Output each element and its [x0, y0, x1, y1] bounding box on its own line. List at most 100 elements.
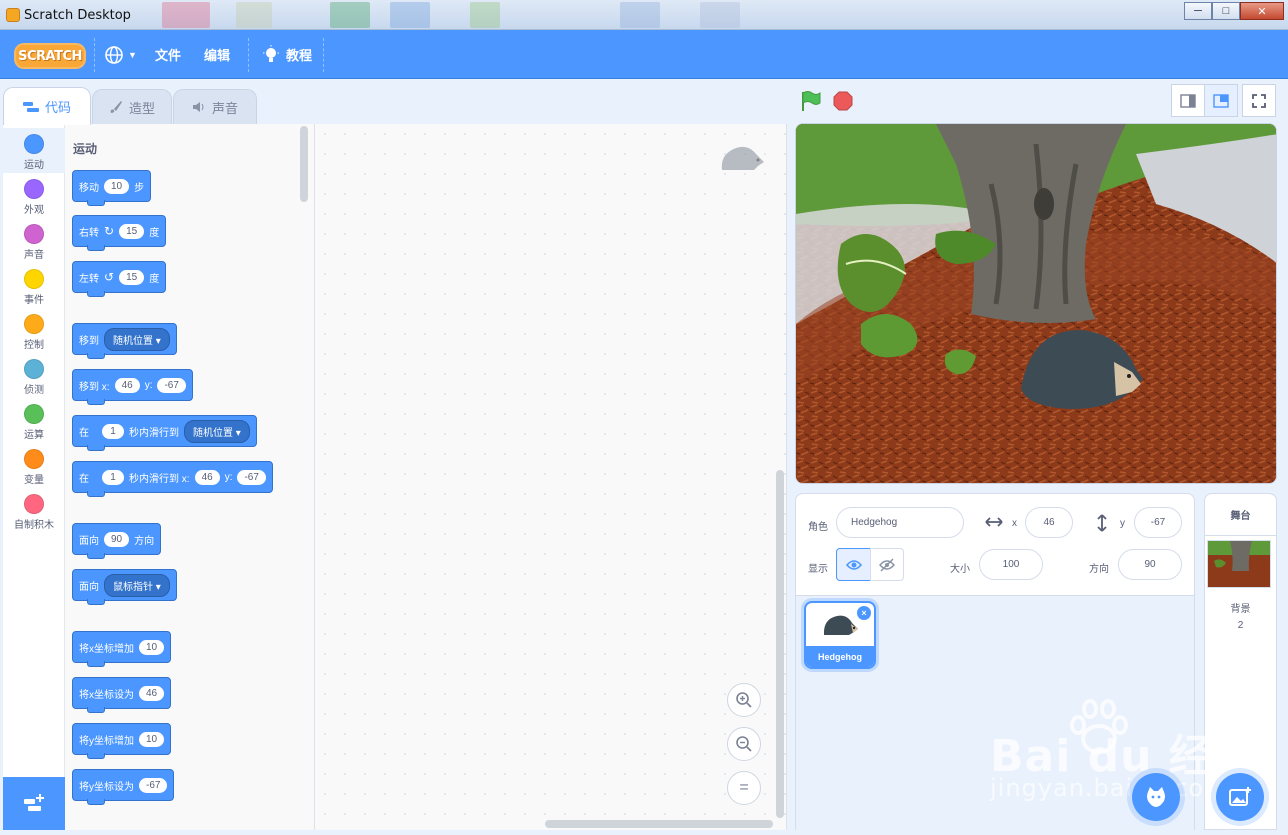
block-input[interactable]: 15: [119, 223, 145, 239]
x-label: x: [1012, 518, 1017, 529]
fullscreen-button[interactable]: [1242, 84, 1276, 117]
block-text: 在: [79, 473, 89, 485]
hide-sprite-button[interactable]: [870, 548, 904, 581]
block-dropdown[interactable]: 随机位置: [104, 327, 170, 351]
block-input[interactable]: -67: [237, 469, 266, 485]
block-turn-right[interactable]: 右转 ↻ 15 度: [72, 215, 167, 251]
block-input[interactable]: -67: [139, 777, 168, 793]
category-operators[interactable]: 运算: [3, 398, 65, 443]
block-input[interactable]: 1: [102, 469, 124, 485]
block-input[interactable]: 10: [139, 731, 165, 747]
small-stage-button[interactable]: [1171, 84, 1205, 117]
zoom-out-icon: [736, 736, 752, 752]
show-sprite-button[interactable]: [836, 548, 871, 581]
category-dot: [24, 449, 44, 469]
block-change-x[interactable]: 将x坐标增加 10: [72, 631, 172, 667]
block-input[interactable]: -67: [157, 377, 186, 393]
block-glide-to[interactable]: 在 1 秒内滑行到 随机位置: [72, 415, 257, 451]
block-text: 将y坐标设为: [79, 781, 134, 793]
menu-bar: SCRATCH ▼ 文件 编辑 教程: [0, 30, 1288, 79]
palette-scrollbar[interactable]: [300, 126, 308, 202]
close-button[interactable]: ✕: [1240, 2, 1284, 20]
green-flag-icon[interactable]: [800, 90, 822, 112]
category-looks[interactable]: 外观: [3, 173, 65, 218]
image-add-icon: [1229, 787, 1251, 806]
file-menu[interactable]: 文件: [155, 30, 181, 79]
block-set-y[interactable]: 将y坐标设为 -67: [72, 769, 175, 805]
block-point-towards[interactable]: 面向 鼠标指针: [72, 569, 177, 605]
zoom-out-button[interactable]: [727, 727, 761, 761]
zoom-reset-button[interactable]: =: [727, 771, 761, 805]
tab-sounds[interactable]: 声音: [173, 89, 257, 124]
category-dot: [24, 134, 44, 154]
block-input[interactable]: 90: [104, 531, 130, 547]
category-variables[interactable]: 变量: [3, 443, 65, 488]
direction-input[interactable]: 90: [1118, 549, 1182, 580]
category-label: 自制积木: [14, 520, 54, 531]
sprite-name-input[interactable]: Hedgehog: [836, 507, 964, 538]
block-turn-left[interactable]: 左转 ↺ 15 度: [72, 261, 167, 297]
y-label: y: [1120, 518, 1125, 529]
globe-icon: [105, 45, 123, 64]
backdrop-thumbnail[interactable]: [1207, 540, 1271, 588]
block-input[interactable]: 10: [139, 639, 165, 655]
category-events[interactable]: 事件: [3, 263, 65, 308]
maximize-button[interactable]: □: [1212, 2, 1240, 20]
block-goto-xy[interactable]: 移到 x: 46 y: -67: [72, 369, 193, 405]
block-set-x[interactable]: 将x坐标设为 46: [72, 677, 172, 713]
language-menu[interactable]: ▼: [104, 30, 137, 79]
block-point-direction[interactable]: 面向 90 方向: [72, 523, 162, 559]
category-sound[interactable]: 声音: [3, 218, 65, 263]
stop-icon[interactable]: [833, 91, 853, 111]
window-titlebar: Scratch Desktop ─ □ ✕: [0, 0, 1288, 30]
category-sensing[interactable]: 侦测: [3, 353, 65, 398]
block-text: 右转: [79, 227, 99, 239]
add-extension-button[interactable]: [3, 777, 65, 830]
minimize-button[interactable]: ─: [1184, 2, 1212, 20]
stage-canvas[interactable]: [795, 123, 1277, 484]
block-goto[interactable]: 移到 随机位置: [72, 323, 177, 359]
category-motion[interactable]: 运动: [3, 128, 65, 173]
category-dot: [24, 179, 44, 199]
tab-costumes[interactable]: 造型: [92, 89, 172, 124]
block-input[interactable]: 46: [139, 685, 165, 701]
block-input[interactable]: 10: [104, 178, 130, 194]
block-input[interactable]: 46: [194, 469, 220, 485]
scratch-logo[interactable]: SCRATCH: [14, 43, 86, 69]
block-dropdown[interactable]: 随机位置: [184, 419, 250, 443]
block-move-steps[interactable]: 移动 10 步: [72, 170, 152, 206]
delete-sprite-button[interactable]: ×: [857, 606, 871, 620]
block-input[interactable]: 15: [119, 269, 145, 285]
sprite-thumbnail[interactable]: × Hedgehog: [804, 601, 876, 669]
tab-label: 造型: [128, 100, 155, 116]
category-dot: [24, 269, 44, 289]
choose-sprite-button[interactable]: [1132, 773, 1180, 821]
block-input[interactable]: 1: [102, 423, 124, 439]
category-label: 变量: [24, 475, 44, 486]
tab-label: 代码: [44, 100, 71, 115]
block-text: y:: [224, 471, 233, 483]
zoom-in-button[interactable]: [727, 683, 761, 717]
category-control[interactable]: 控制: [3, 308, 65, 353]
stage-backdrop-image: [796, 124, 1276, 483]
category-my-blocks[interactable]: 自制积木: [3, 488, 65, 533]
direction-label: 方向: [1089, 564, 1109, 575]
backdrop-thumbnail-image: [1208, 541, 1270, 587]
block-dropdown[interactable]: 鼠标指针: [104, 573, 170, 597]
workspace-vertical-scrollbar[interactable]: [776, 470, 784, 818]
block-change-y[interactable]: 将y坐标增加 10: [72, 723, 172, 759]
normal-stage-button[interactable]: [1204, 84, 1238, 117]
category-dot: [24, 314, 44, 334]
block-input[interactable]: 46: [114, 377, 140, 393]
block-glide-xy[interactable]: 在 1 秒内滑行到 x: 46 y: -67: [72, 461, 273, 497]
edit-menu[interactable]: 编辑: [204, 30, 230, 79]
workspace-horizontal-scrollbar[interactable]: [545, 820, 773, 828]
choose-backdrop-button[interactable]: [1216, 773, 1264, 821]
background-window-ghost: [162, 2, 210, 28]
tab-code[interactable]: 代码: [3, 87, 91, 125]
x-input[interactable]: 46: [1025, 507, 1073, 538]
y-input[interactable]: -67: [1134, 507, 1182, 538]
script-workspace[interactable]: [315, 124, 787, 830]
tutorials-menu[interactable]: 教程: [262, 30, 312, 79]
size-input[interactable]: 100: [979, 549, 1043, 580]
